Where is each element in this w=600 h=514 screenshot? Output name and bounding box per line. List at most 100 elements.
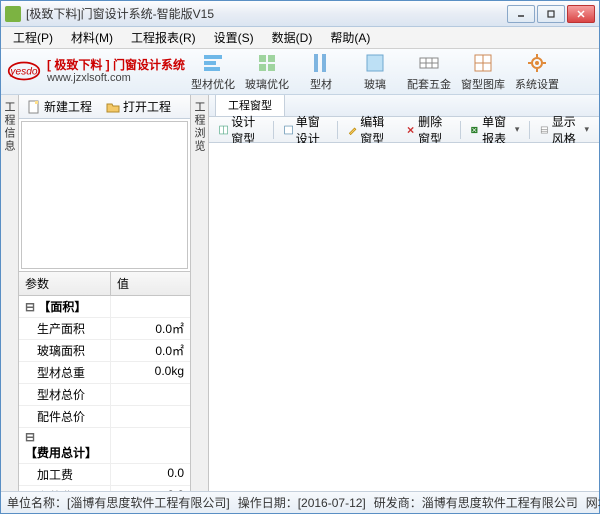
param-row[interactable]: 生产面积0.0㎡ bbox=[19, 318, 190, 340]
param-row[interactable]: 玻璃面积0.0㎡ bbox=[19, 340, 190, 362]
param-value: 0.0㎡ bbox=[111, 318, 190, 339]
param-value bbox=[111, 406, 190, 427]
status-dev: 淄博有思度软件工程有限公司 bbox=[422, 496, 578, 510]
single-report-label: 单窗报表 bbox=[482, 113, 512, 147]
param-header-key: 参数 bbox=[19, 272, 111, 295]
param-key: 加工费 bbox=[19, 464, 111, 485]
param-value: 0.0 bbox=[111, 464, 190, 485]
app-icon bbox=[5, 6, 21, 22]
param-header-val: 值 bbox=[111, 272, 190, 295]
separator bbox=[273, 121, 274, 139]
menu-material[interactable]: 材料(M) bbox=[63, 27, 121, 48]
design-window-type-label: 设计窗型 bbox=[231, 113, 263, 147]
separator bbox=[460, 121, 461, 139]
param-value bbox=[111, 384, 190, 405]
edit-window-type-icon bbox=[348, 123, 357, 137]
menu-settings[interactable]: 设置(S) bbox=[206, 27, 262, 48]
open-project-label: 打开工程 bbox=[123, 98, 171, 115]
delete-window-type-icon bbox=[406, 123, 415, 137]
param-row[interactable]: 配件总价 bbox=[19, 406, 190, 428]
param-key: 生产面积 bbox=[19, 318, 111, 339]
status-unit-label: 单位名称： bbox=[7, 496, 67, 510]
toolbar-window-lib-label: 窗型图库 bbox=[461, 76, 505, 92]
param-key: 型材总价 bbox=[19, 384, 111, 405]
sub-toolbar: 设计窗型单窗设计编辑窗型删除窗型单窗报表显示风格 bbox=[209, 117, 599, 143]
minimize-button[interactable] bbox=[507, 5, 535, 23]
new-project-label: 新建工程 bbox=[44, 98, 92, 115]
status-dev-label: 研发商： bbox=[374, 496, 422, 510]
brand-line1: [ 极致下料 ] 门窗设计系统 bbox=[47, 58, 185, 72]
display-style-icon bbox=[540, 123, 549, 137]
open-project-button[interactable]: 打开工程 bbox=[102, 96, 175, 117]
param-key: 配件总价 bbox=[19, 406, 111, 427]
toolbar-hardware-button[interactable]: 配套五金 bbox=[403, 50, 455, 94]
param-group-name: 【费用总计】 bbox=[19, 428, 111, 463]
toolbar-opt-profile-label: 型材优化 bbox=[191, 76, 235, 92]
menubar: 工程(P) 材料(M) 工程报表(R) 设置(S) 数据(D) 帮助(A) bbox=[1, 27, 599, 49]
new-file-icon bbox=[27, 100, 41, 114]
titlebar: [极致下料]门窗设计系统-智能版V15 bbox=[1, 1, 599, 27]
param-value: 0.0㎡ bbox=[111, 340, 190, 361]
toolbar-hardware-label: 配套五金 bbox=[407, 76, 451, 92]
toolbar-sys-settings-label: 系统设置 bbox=[515, 76, 559, 92]
param-group-name: 【面积】 bbox=[19, 296, 111, 317]
toolbar-profile-label: 型材 bbox=[310, 76, 332, 92]
vtab-project-info[interactable]: 工程信息 bbox=[1, 95, 19, 491]
brand-line2: www.jzxlsoft.com bbox=[47, 72, 185, 85]
single-report-icon bbox=[470, 123, 479, 137]
opt-glass-icon bbox=[256, 52, 278, 74]
separator bbox=[529, 121, 530, 139]
status-unit: [淄博有思度软件工程有限公司] bbox=[67, 496, 230, 510]
opt-profile-icon bbox=[202, 52, 224, 74]
toolbar-profile-button[interactable]: 型材 bbox=[295, 50, 347, 94]
left-pane: 新建工程 打开工程 参数 值 【面积】生产面积0.0㎡玻璃面积0.0㎡型材总重0… bbox=[19, 95, 191, 491]
single-design-icon bbox=[284, 123, 293, 137]
vtab-project-browse[interactable]: 工程浏览 bbox=[191, 95, 209, 491]
toolbar-opt-glass-label: 玻璃优化 bbox=[245, 76, 289, 92]
param-group[interactable]: 【费用总计】 bbox=[19, 428, 190, 464]
status-date-label: 操作日期： bbox=[238, 496, 298, 510]
toolbar-glass-button[interactable]: 玻璃 bbox=[349, 50, 401, 94]
status-site-label: 网址： bbox=[586, 496, 600, 510]
menu-project[interactable]: 工程(P) bbox=[5, 27, 61, 48]
brand-logo-icon: yesdo bbox=[7, 59, 41, 83]
param-row[interactable]: 加工费0.0 bbox=[19, 464, 190, 486]
toolbar-sys-settings-button[interactable]: 系统设置 bbox=[511, 50, 563, 94]
main-toolbar: yesdo [ 极致下料 ] 门窗设计系统 www.jzxlsoft.com 型… bbox=[1, 49, 599, 95]
sys-settings-icon bbox=[526, 52, 548, 74]
param-key: 型材总重 bbox=[19, 362, 111, 383]
profile-icon bbox=[310, 52, 332, 74]
menu-data[interactable]: 数据(D) bbox=[264, 27, 321, 48]
main-pane: 工程窗型 设计窗型单窗设计编辑窗型删除窗型单窗报表显示风格 bbox=[209, 95, 599, 491]
project-tree[interactable] bbox=[21, 121, 188, 269]
single-design-label: 单窗设计 bbox=[296, 113, 328, 147]
app-window: [极致下料]门窗设计系统-智能版V15 工程(P) 材料(M) 工程报表(R) … bbox=[0, 0, 600, 514]
param-grid: 参数 值 【面积】生产面积0.0㎡玻璃面积0.0㎡型材总重0.0kg型材总价配件… bbox=[19, 271, 190, 491]
toolbar-opt-profile-button[interactable]: 型材优化 bbox=[187, 50, 239, 94]
separator bbox=[337, 121, 338, 139]
edit-window-type-label: 编辑窗型 bbox=[360, 113, 392, 147]
display-style-label: 显示风格 bbox=[552, 113, 582, 147]
param-value: 0.0kg bbox=[111, 362, 190, 383]
menu-help[interactable]: 帮助(A) bbox=[322, 27, 378, 48]
hardware-icon bbox=[418, 52, 440, 74]
toolbar-opt-glass-button[interactable]: 玻璃优化 bbox=[241, 50, 293, 94]
project-bar: 新建工程 打开工程 bbox=[19, 95, 190, 119]
close-button[interactable] bbox=[567, 5, 595, 23]
window-lib-icon bbox=[472, 52, 494, 74]
toolbar-glass-label: 玻璃 bbox=[364, 76, 386, 92]
maximize-button[interactable] bbox=[537, 5, 565, 23]
brand: yesdo [ 极致下料 ] 门窗设计系统 www.jzxlsoft.com bbox=[7, 58, 187, 86]
status-date: [2016-07-12] bbox=[298, 496, 366, 510]
design-canvas[interactable] bbox=[209, 143, 599, 491]
param-row[interactable]: 型材总重0.0kg bbox=[19, 362, 190, 384]
param-group[interactable]: 【面积】 bbox=[19, 296, 190, 318]
delete-window-type-label: 删除窗型 bbox=[418, 113, 450, 147]
menu-report[interactable]: 工程报表(R) bbox=[123, 27, 204, 48]
toolbar-window-lib-button[interactable]: 窗型图库 bbox=[457, 50, 509, 94]
new-project-button[interactable]: 新建工程 bbox=[23, 96, 96, 117]
param-key: 玻璃面积 bbox=[19, 340, 111, 361]
window-title: [极致下料]门窗设计系统-智能版V15 bbox=[26, 5, 507, 22]
param-row[interactable]: 型材总价 bbox=[19, 384, 190, 406]
design-window-type-icon bbox=[219, 123, 228, 137]
